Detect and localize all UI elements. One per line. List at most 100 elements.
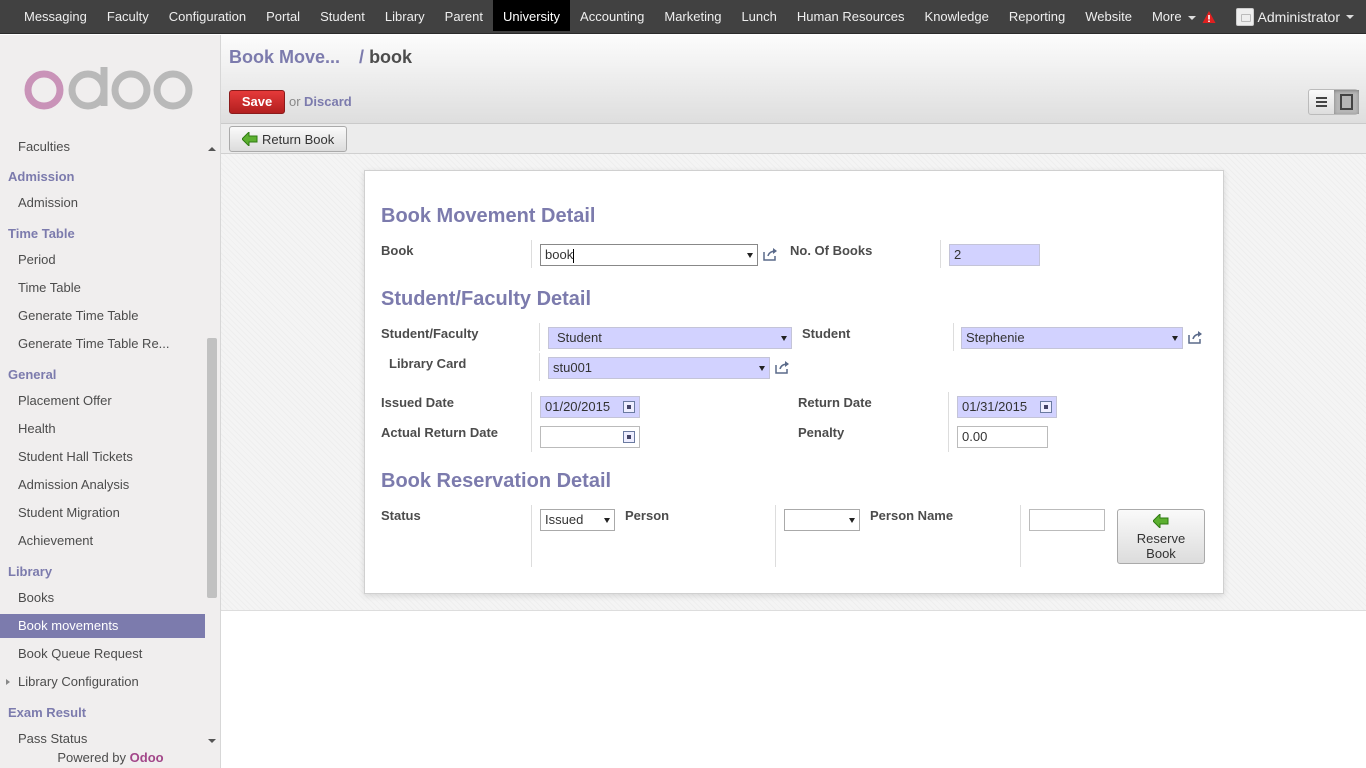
- sidebar-item-books[interactable]: Books: [0, 586, 205, 610]
- avatar[interactable]: [1235, 8, 1254, 26]
- sidebar-menu: Faculties Admission Admission Time Table Per…: [0, 133, 205, 745]
- top-menu-item-website[interactable]: Website: [1075, 0, 1142, 31]
- issued-date-value: 01/20/2015: [545, 399, 611, 414]
- section-title-student-faculty: Student/Faculty Detail: [381, 288, 592, 310]
- issued-date-label: Issued Date: [381, 395, 454, 410]
- top-menu-item-messaging[interactable]: Messaging: [14, 0, 97, 31]
- sidebar-item-period[interactable]: Period: [0, 248, 205, 272]
- divider: [539, 353, 540, 381]
- sidebar-item-label: Book movements: [18, 618, 119, 633]
- sidebar-item-book-movements[interactable]: Book movements: [0, 614, 205, 638]
- sidebar-item-label: Student Migration: [18, 505, 120, 520]
- divider: [953, 323, 954, 351]
- library-card-select[interactable]: stu001: [548, 357, 770, 379]
- sidebar-item-health[interactable]: Health: [0, 417, 205, 441]
- sidebar-section-admission: Admission: [0, 167, 205, 187]
- top-menu-item-reporting[interactable]: Reporting: [999, 0, 1075, 31]
- external-link-icon[interactable]: [1187, 330, 1203, 344]
- return-book-button[interactable]: Return Book: [229, 126, 347, 152]
- top-menu-item-lunch[interactable]: Lunch: [731, 0, 786, 31]
- discard-link[interactable]: Discard: [304, 94, 352, 109]
- sidebar-item-label: Time Table: [8, 226, 75, 241]
- sidebar-section-exam-result: Exam Result: [0, 703, 205, 723]
- sidebar-item-label: Generate Time Table Re...: [18, 336, 170, 351]
- top-menu-item-accounting[interactable]: Accounting: [570, 0, 654, 31]
- status-select[interactable]: Issued: [540, 509, 615, 531]
- actual-return-date-input[interactable]: [540, 426, 640, 448]
- sidebar-item-admission-analysis[interactable]: Admission Analysis: [0, 473, 205, 497]
- sidebar-item-student-migration[interactable]: Student Migration: [0, 501, 205, 525]
- sidebar-item-label: Period: [18, 252, 56, 267]
- form-view-button[interactable]: [1334, 90, 1359, 114]
- sidebar-item-pass-status[interactable]: Pass Status: [0, 727, 205, 745]
- breadcrumb-link[interactable]: Book Move...: [229, 47, 340, 67]
- top-menu-item-faculty[interactable]: Faculty: [97, 0, 159, 31]
- no-of-books-input[interactable]: 2: [949, 244, 1040, 266]
- penalty-input[interactable]: 0.00: [957, 426, 1048, 448]
- section-title-book-movement: Book Movement Detail: [381, 205, 596, 227]
- sidebar-item-label: Library: [8, 564, 53, 579]
- sidebar-item-faculties[interactable]: Faculties: [0, 135, 205, 159]
- warning-icon[interactable]: [1202, 10, 1216, 24]
- divider: [775, 505, 776, 567]
- reserve-book-button[interactable]: Reserve Book: [1117, 509, 1205, 564]
- sidebar-item-label: Health: [18, 421, 56, 436]
- top-menu: Messaging Faculty Configuration Portal Stude…: [14, 0, 1206, 34]
- sidebar-item-student-hall-tickets[interactable]: Student Hall Tickets: [0, 445, 205, 469]
- sidebar-item-book-queue-request[interactable]: Book Queue Request: [0, 642, 205, 666]
- list-view-button[interactable]: [1309, 90, 1334, 114]
- or-text: or: [289, 94, 301, 109]
- sidebar-item-generate-time-table-re[interactable]: Generate Time Table Re...: [0, 332, 205, 356]
- external-link-icon[interactable]: [762, 247, 778, 261]
- calendar-icon[interactable]: [623, 431, 635, 443]
- calendar-icon[interactable]: [623, 401, 635, 413]
- top-menu-item-university[interactable]: University: [492, 0, 571, 31]
- sidebar-item-placement-offer[interactable]: Placement Offer: [0, 389, 205, 413]
- top-menu-item-library[interactable]: Library: [375, 0, 435, 31]
- sidebar-scrollbar[interactable]: [205, 135, 219, 747]
- chevron-down-icon[interactable]: [1346, 15, 1354, 19]
- calendar-icon[interactable]: [1040, 401, 1052, 413]
- sidebar-item-label: Book Queue Request: [18, 646, 143, 661]
- sidebar-item-label: Books: [18, 590, 55, 605]
- top-menu-item-portal[interactable]: Portal: [256, 0, 310, 31]
- form-statusbar: Return Book: [221, 124, 1366, 154]
- view-switcher: [1308, 89, 1359, 115]
- caret-right-icon[interactable]: [6, 679, 10, 685]
- scrollbar-thumb[interactable]: [207, 338, 217, 598]
- book-select[interactable]: book: [540, 244, 758, 266]
- powered-by-brand-link[interactable]: Odoo: [130, 750, 164, 765]
- person-name-label: Person Name: [870, 508, 954, 523]
- sidebar-item-time-table[interactable]: Time Table: [0, 276, 205, 300]
- top-menu-item-more[interactable]: More: [1142, 0, 1206, 31]
- return-date-input[interactable]: 01/31/2015: [957, 396, 1057, 418]
- save-button[interactable]: Save: [229, 90, 285, 114]
- issued-date-input[interactable]: 01/20/2015: [540, 396, 640, 418]
- student-faculty-select[interactable]: Student: [548, 327, 792, 349]
- book-label: Book: [381, 243, 414, 258]
- top-menu-item-knowledge[interactable]: Knowledge: [915, 0, 999, 31]
- sidebar-item-library-configuration[interactable]: Library Configuration: [0, 670, 205, 694]
- divider: [539, 323, 540, 351]
- no-of-books-label: No. Of Books: [790, 243, 873, 258]
- external-link-icon[interactable]: [774, 360, 790, 374]
- person-select[interactable]: [784, 509, 860, 531]
- sidebar-item-admission[interactable]: Admission: [0, 191, 205, 215]
- person-name-input[interactable]: [1029, 509, 1105, 531]
- breadcrumb: Book Move... / book: [229, 47, 412, 68]
- powered-by: Powered by Odoo: [0, 750, 221, 765]
- top-menu-item-configuration[interactable]: Configuration: [159, 0, 256, 31]
- sidebar-item-achievement[interactable]: Achievement: [0, 529, 205, 553]
- top-menu-item-marketing[interactable]: Marketing: [654, 0, 731, 31]
- text-cursor: [573, 248, 575, 263]
- top-menu-item-student[interactable]: Student: [310, 0, 375, 31]
- scroll-up-icon[interactable]: [208, 147, 216, 151]
- user-menu-name[interactable]: Administrator: [1258, 9, 1340, 25]
- top-menu-item-human-resources[interactable]: Human Resources: [787, 0, 915, 31]
- scroll-down-icon[interactable]: [208, 739, 216, 743]
- top-menu-item-parent[interactable]: Parent: [435, 0, 493, 31]
- student-select[interactable]: Stephenie: [961, 327, 1183, 349]
- sidebar-item-generate-time-table[interactable]: Generate Time Table: [0, 304, 205, 328]
- sidebar-item-label: Exam Result: [8, 705, 87, 720]
- actual-return-date-label: Actual Return Date: [381, 425, 499, 440]
